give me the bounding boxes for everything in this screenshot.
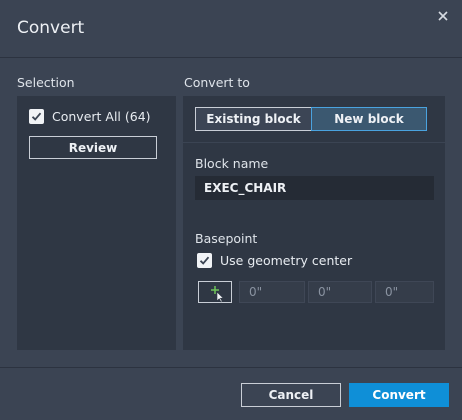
existing-block-option[interactable]: Existing block	[195, 107, 312, 131]
selection-section-label: Selection	[17, 75, 75, 90]
dialog-title: Convert	[17, 18, 85, 38]
use-geometry-center-label: Use geometry center	[220, 253, 353, 268]
convert-all-checkbox-row[interactable]: Convert All (64)	[29, 109, 151, 124]
cancel-button[interactable]: Cancel	[241, 383, 341, 407]
basepoint-y-input[interactable]: 0"	[308, 281, 372, 303]
close-icon[interactable]	[436, 8, 450, 22]
basepoint-x-input[interactable]: 0"	[239, 281, 305, 303]
use-geometry-center-row[interactable]: Use geometry center	[197, 253, 352, 268]
selection-panel	[17, 96, 176, 350]
basepoint-z-input[interactable]: 0"	[375, 281, 434, 303]
dialog-titlebar: Convert	[0, 0, 462, 58]
basepoint-label: Basepoint	[195, 231, 258, 246]
convert-all-label: Convert All (64)	[52, 109, 151, 124]
use-geometry-center-checkbox[interactable]	[197, 253, 212, 268]
block-name-input[interactable]: EXEC_CHAIR	[195, 176, 434, 200]
pick-point-icon	[211, 286, 224, 303]
convert-to-section-label: Convert to	[184, 75, 250, 90]
convert-button[interactable]: Convert	[349, 383, 449, 407]
convert-dialog: Convert Selection Convert All (64) Revie…	[0, 0, 462, 420]
convert-all-checkbox[interactable]	[29, 109, 44, 124]
review-button[interactable]: Review	[29, 136, 157, 159]
block-name-label: Block name	[195, 156, 269, 171]
pick-point-button[interactable]	[198, 281, 232, 303]
new-block-option[interactable]: New block	[311, 107, 427, 131]
convert-to-panel	[183, 96, 445, 350]
convert-to-divider	[183, 142, 445, 143]
